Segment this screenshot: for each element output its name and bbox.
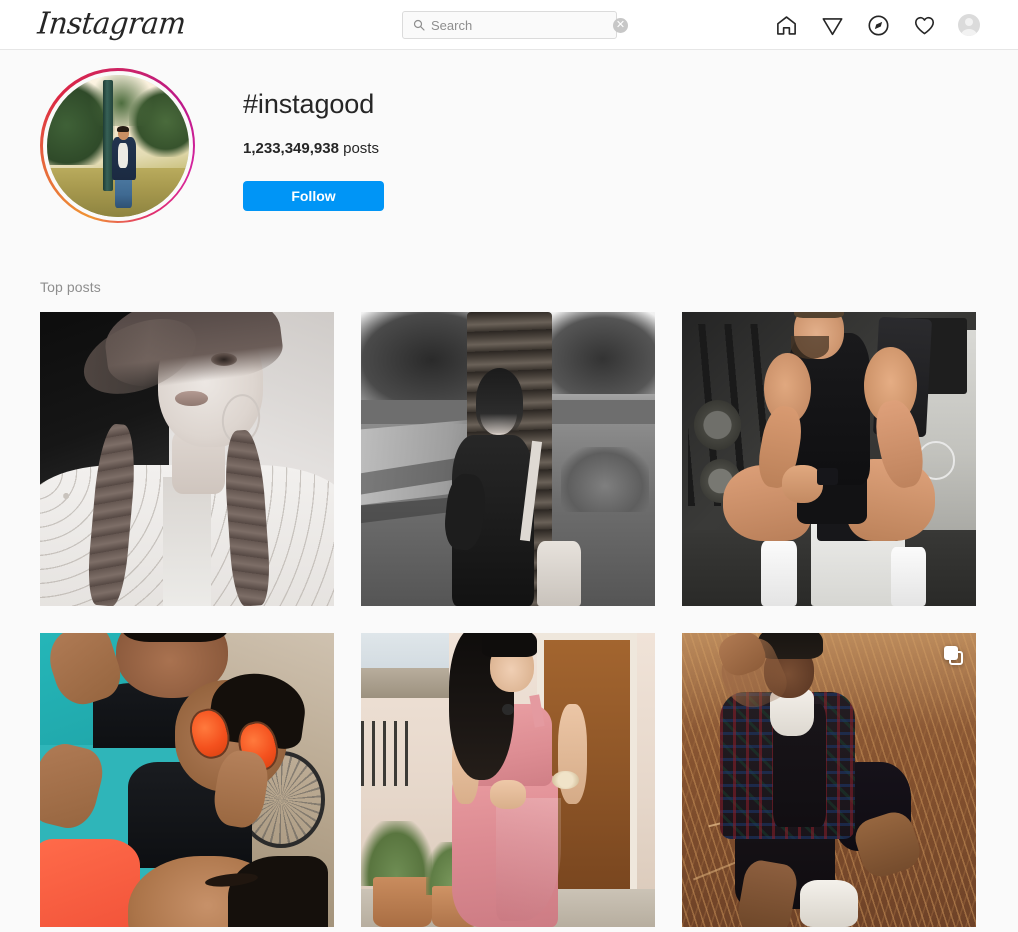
post-count: 1,233,349,938 posts xyxy=(243,140,384,157)
post-tile-4[interactable] xyxy=(40,633,334,927)
top-posts-label: Top posts xyxy=(40,279,101,295)
post-thumbnail xyxy=(40,312,334,606)
post-thumbnail xyxy=(361,633,655,927)
page-title: #instagood xyxy=(243,89,375,119)
post-tile-2[interactable] xyxy=(361,312,655,606)
hashtag-avatar-photo xyxy=(46,74,189,217)
search-icon xyxy=(413,19,425,31)
profile-avatar[interactable] xyxy=(958,14,980,36)
direct-message-icon[interactable] xyxy=(820,13,844,37)
search-box[interactable]: ✕ xyxy=(402,11,628,39)
hashtag-header: #instagood 1,233,349,938 posts Follow xyxy=(40,50,978,223)
top-navigation-bar: Instagram ✕ xyxy=(0,0,1018,50)
carousel-multiple-photos-icon xyxy=(944,646,963,665)
post-count-number: 1,233,349,938 xyxy=(243,139,339,157)
hashtag-avatar-ring[interactable] xyxy=(40,68,195,223)
post-thumbnail xyxy=(682,312,976,606)
post-thumbnail xyxy=(682,633,976,927)
clear-search-icon[interactable]: ✕ xyxy=(613,17,628,33)
posts-grid xyxy=(40,312,978,927)
post-tile-6[interactable] xyxy=(682,633,976,927)
avatar-inner xyxy=(42,70,193,221)
post-tile-3[interactable] xyxy=(682,312,976,606)
nav-icon-group xyxy=(774,0,980,50)
post-thumbnail xyxy=(40,633,334,927)
explore-compass-icon[interactable] xyxy=(866,13,890,37)
post-thumbnail xyxy=(361,312,655,606)
home-icon[interactable] xyxy=(774,13,798,37)
instagram-logo[interactable]: Instagram xyxy=(36,5,187,40)
post-count-label: posts xyxy=(343,139,379,157)
follow-button[interactable]: Follow xyxy=(243,180,384,211)
activity-heart-icon[interactable] xyxy=(912,13,936,37)
hashtag-meta: #instagood 1,233,349,938 posts Follow xyxy=(195,68,384,223)
post-tile-5[interactable] xyxy=(361,633,655,927)
search-input[interactable] xyxy=(425,17,613,33)
hashtag-page: #instagood 1,233,349,938 posts Follow To… xyxy=(0,50,1018,927)
post-tile-1[interactable] xyxy=(40,312,334,606)
